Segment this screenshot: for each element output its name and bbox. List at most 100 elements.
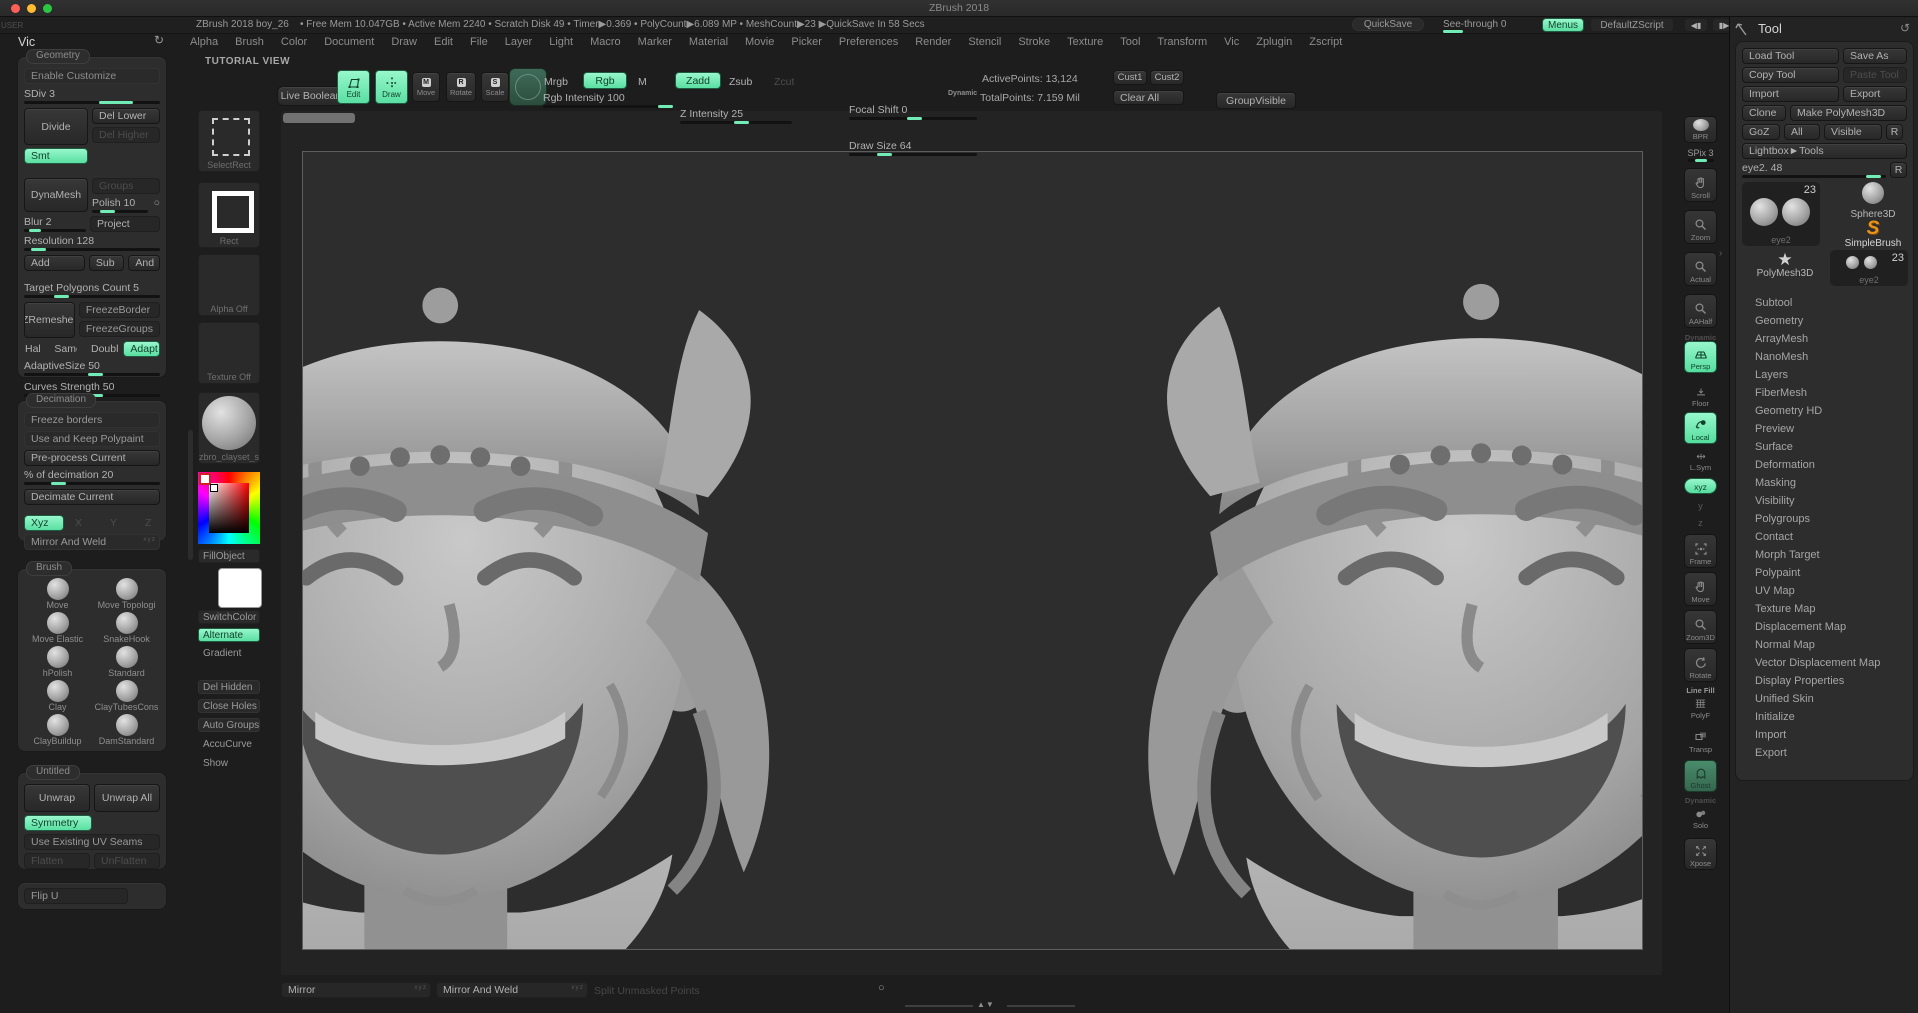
subpalette-item[interactable]: Geometry HD (1742, 402, 1907, 420)
subpalette-item[interactable]: Subtool (1742, 294, 1907, 312)
subpalette-item[interactable]: Import (1742, 726, 1907, 744)
menu-item[interactable]: Stencil (968, 36, 1001, 51)
menu-item[interactable]: Texture (1067, 36, 1103, 51)
rgb-intensity-slider[interactable]: Rgb Intensity 100 (543, 92, 671, 108)
geometry-section-title[interactable]: Geometry (26, 49, 90, 64)
cust1-button[interactable]: Cust1 (1113, 70, 1147, 85)
simplebrush-tool[interactable]: S SimpleBrush (1838, 220, 1908, 249)
accucurve-button[interactable]: AccuCurve (198, 737, 260, 751)
scroll-button[interactable]: Scroll (1684, 168, 1717, 202)
quicksave-button[interactable]: QuickSave (1352, 18, 1424, 31)
mirror-and-weld-button[interactable]: Mirror And Weld xyz (436, 982, 588, 998)
brush-item[interactable]: Move (24, 578, 91, 610)
subpalette-item[interactable]: Surface (1742, 438, 1907, 456)
recent-tool-thumb[interactable]: 23 eye2 (1830, 250, 1908, 286)
menu-item[interactable]: Alpha (190, 36, 218, 51)
unwrap-button[interactable]: Unwrap (24, 784, 90, 812)
rotate-xyz-toggle[interactable]: xyz (1684, 478, 1717, 494)
draw-mode-button[interactable]: Draw (375, 70, 408, 104)
subpalette-item[interactable]: NanoMesh (1742, 348, 1907, 366)
ghost-toggle[interactable]: Ghost (1684, 760, 1717, 792)
menu-item[interactable]: Color (281, 36, 307, 51)
transp-toggle[interactable]: Transp (1684, 726, 1717, 756)
rotate-y-toggle[interactable]: y (1684, 498, 1717, 513)
polish-ring-toggle[interactable]: ○ (154, 197, 160, 209)
menu-item[interactable]: Marker (638, 36, 672, 51)
menu-item[interactable]: Edit (434, 36, 453, 51)
gradient-toggle[interactable]: Gradient (198, 646, 260, 660)
brush-item[interactable]: SnakeHook (93, 612, 160, 644)
actual-button[interactable]: Actual (1684, 252, 1717, 286)
mirror-and-weld-button[interactable]: Mirror And Weld xyz (24, 534, 160, 550)
subpalette-item[interactable]: Masking (1742, 474, 1907, 492)
z-intensity-slider[interactable]: Z Intensity 25 (680, 108, 792, 124)
export-button[interactable]: Export (1843, 86, 1907, 102)
subpalette-item[interactable]: Visibility (1742, 492, 1907, 510)
menu-item[interactable]: Zplugin (1256, 36, 1292, 51)
brush-item[interactable]: Standard (93, 646, 160, 678)
subpalette-item[interactable]: Polygroups (1742, 510, 1907, 528)
xyz-toggle[interactable]: Xyz (24, 515, 64, 531)
menu-item[interactable]: Stroke (1018, 36, 1050, 51)
decimate-current-button[interactable]: Decimate Current (24, 489, 160, 505)
save-as-button[interactable]: Save As (1843, 48, 1907, 64)
cust2-button[interactable]: Cust2 (1150, 70, 1184, 85)
frame-button[interactable]: Frame (1684, 534, 1717, 568)
see-through-slider[interactable]: See-through 0 (1443, 19, 1506, 30)
split-unmasked-points-button[interactable]: Split Unmasked Points (594, 985, 700, 997)
tool-reset-icon[interactable]: ↺ (1900, 21, 1910, 35)
use-existing-uv-seams-toggle[interactable]: Use Existing UV Seams (24, 834, 160, 850)
decimation-section-title[interactable]: Decimation (26, 393, 96, 408)
subpalette-item[interactable]: Displacement Map (1742, 618, 1907, 636)
persp-toggle[interactable]: Persp (1684, 341, 1717, 373)
canvas-scroll-handle[interactable] (283, 113, 355, 123)
current-material-swatch[interactable] (509, 68, 547, 106)
zoom-button[interactable]: Zoom (1684, 210, 1717, 244)
xpose-button[interactable]: Xpose (1684, 838, 1717, 870)
brush-item[interactable]: DamStandard (93, 714, 160, 746)
lsym-toggle[interactable]: L.Sym (1684, 448, 1717, 474)
material-picker[interactable]: zbro_clayset_s (198, 392, 260, 464)
goz-all-button[interactable]: All (1784, 124, 1820, 140)
menu-item[interactable]: Light (549, 36, 573, 51)
brush-item[interactable]: Move Topologi (93, 578, 160, 610)
z-toggle[interactable]: Z (122, 515, 152, 531)
y-toggle[interactable]: Y (87, 515, 118, 531)
double-button[interactable]: Double (82, 341, 119, 357)
keep-polypaint-toggle[interactable]: Use and Keep Polypaint (24, 431, 160, 447)
prev-doc-button[interactable]: ◀▮ (1684, 18, 1708, 32)
decimation-percent-slider[interactable]: % of decimation 20 (24, 469, 160, 485)
edit-mode-button[interactable]: Edit (337, 70, 370, 104)
rotate-mode-button[interactable]: R Rotate (446, 72, 476, 102)
polish-slider[interactable]: Polish 10○ (92, 197, 160, 213)
copy-tool-button[interactable]: Copy Tool (1742, 67, 1839, 83)
zsub-toggle[interactable]: Zsub (728, 74, 753, 90)
menu-item[interactable]: Document (324, 36, 374, 51)
del-higher-button[interactable]: Del Higher (92, 127, 160, 143)
zoom3d-button[interactable]: Zoom3D (1684, 610, 1717, 644)
shelf-divider-handle[interactable] (188, 430, 193, 560)
menu-item[interactable]: Transform (1157, 36, 1207, 51)
panel-collapse-arrow[interactable]: › (1719, 248, 1722, 259)
brush-item[interactable]: Move Elastic (24, 612, 91, 644)
uv-section-title[interactable]: Untitled (26, 765, 80, 780)
zcut-toggle[interactable]: Zcut (773, 74, 795, 90)
subpalette-item[interactable]: Normal Map (1742, 636, 1907, 654)
menu-item[interactable]: Zscript (1309, 36, 1342, 51)
make-polymesh3d-button[interactable]: Make PolyMesh3D (1790, 105, 1907, 121)
zremesher-button[interactable]: ZRemesher (24, 302, 75, 338)
polish-ring-toggle[interactable]: ○ (878, 982, 885, 994)
menu-item[interactable]: Preferences (839, 36, 898, 51)
brush-section-title[interactable]: Brush (26, 561, 72, 576)
dynamesh-button[interactable]: DynaMesh (24, 178, 88, 212)
rotate-z-toggle[interactable]: z (1684, 515, 1717, 530)
active-tool-thumb[interactable]: 23 eye2 (1742, 182, 1820, 246)
polyframe-toggle[interactable]: PolyF (1684, 694, 1717, 722)
see-through-knob[interactable] (1443, 30, 1463, 33)
subpalette-item[interactable]: ArrayMesh (1742, 330, 1907, 348)
menu-item[interactable]: Render (915, 36, 951, 51)
subpalette-item[interactable]: Deformation (1742, 456, 1907, 474)
sub-button[interactable]: Sub (89, 255, 125, 271)
import-button[interactable]: Import (1742, 86, 1839, 102)
menus-toggle[interactable]: Menus (1542, 18, 1584, 32)
